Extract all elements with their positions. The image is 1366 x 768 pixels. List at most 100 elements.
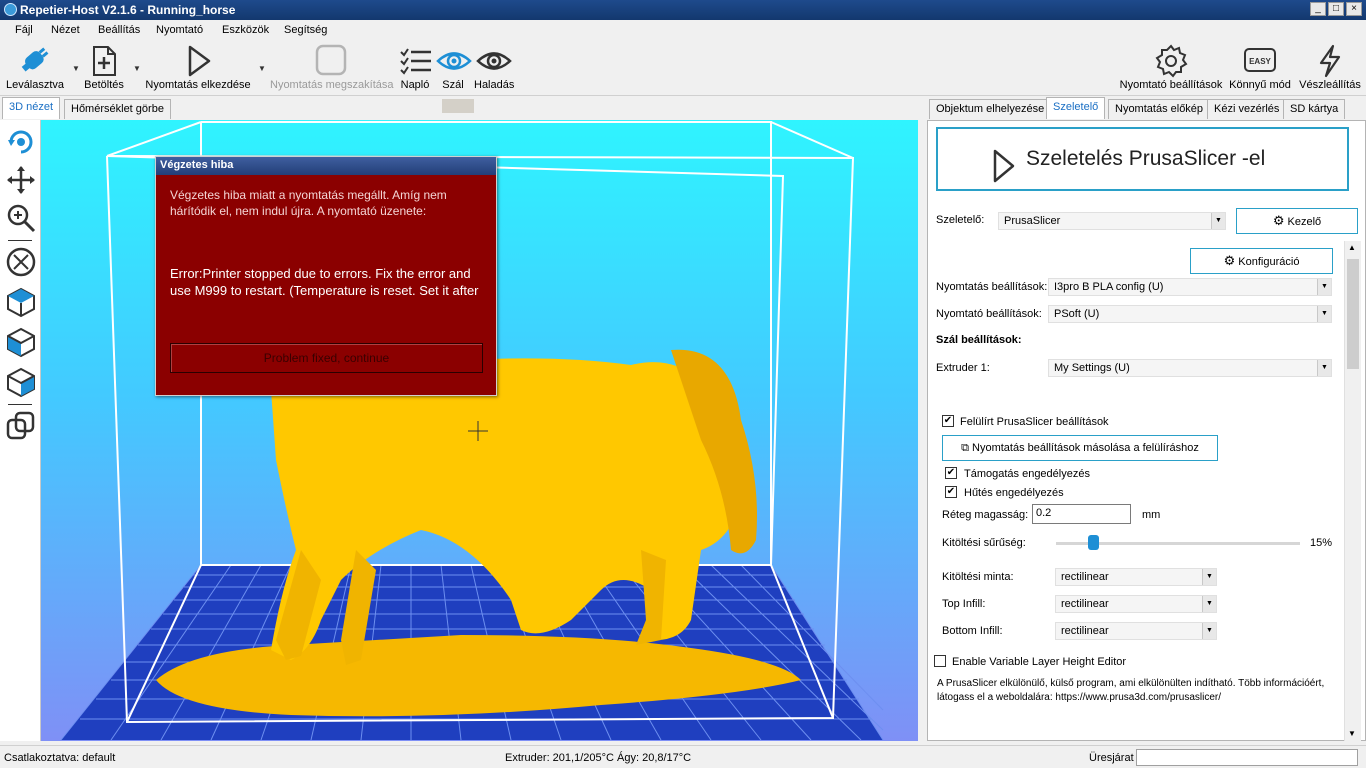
extruder1-select[interactable]: My Settings (U) ▼ (1048, 359, 1332, 377)
slice-button-label: Szeletelés PrusaSlicer -el (1026, 147, 1266, 170)
menu-view[interactable]: Nézet (51, 24, 80, 36)
problem-fixed-button[interactable]: Problem fixed, continue (170, 343, 483, 373)
emergency-stop-button[interactable]: Vészleállítás (1298, 44, 1362, 91)
configuration-button-label: Konfiguráció (1238, 256, 1300, 268)
scroll-down-icon[interactable]: ▼ (1348, 729, 1356, 738)
disconnect-button[interactable]: Leválasztva (3, 44, 67, 91)
iso-view-icon[interactable] (5, 286, 37, 318)
tab-print-preview[interactable]: Nyomtatás előkép (1108, 99, 1211, 119)
easy-mode-button[interactable]: EASY Könnyű mód (1228, 44, 1292, 91)
idle-status: Üresjárat (1089, 752, 1134, 764)
chevron-down-icon: ▼ (1211, 213, 1225, 229)
progress-label: Haladás (474, 79, 515, 91)
dialog-title: Végzetes hiba (156, 157, 496, 175)
tab-object-placement[interactable]: Objektum elhelyezése (929, 99, 1052, 119)
tab-temperature-curve[interactable]: Hőmérséklet görbe (64, 99, 171, 119)
tab-slicer[interactable]: Szeletelő (1046, 97, 1106, 119)
front-view-icon[interactable] (5, 326, 37, 358)
tab-3d-view[interactable]: 3D nézet (2, 97, 61, 119)
gear-icon: ⚙ (1272, 213, 1285, 228)
print-settings-select[interactable]: I3pro B PLA config (U) ▼ (1048, 278, 1332, 296)
disconnect-dropdown-icon[interactable]: ▼ (72, 64, 80, 73)
extruder1-value: My Settings (U) (1054, 362, 1130, 374)
printer-settings-value: PSoft (U) (1054, 308, 1100, 320)
menu-settings[interactable]: Beállítás (98, 24, 140, 36)
manager-button[interactable]: ⚙ Kezelő (1236, 208, 1358, 234)
move-icon[interactable] (5, 164, 37, 196)
variable-layer-checkbox[interactable] (934, 655, 946, 667)
zoom-icon[interactable] (5, 202, 37, 234)
filament-settings-heading: Szál beállítások: (936, 334, 1022, 346)
menu-file[interactable]: Fájl (15, 24, 33, 36)
easy-mode-label: Könnyű mód (1229, 79, 1291, 91)
bottom-infill-value: rectilinear (1061, 625, 1109, 637)
sidebar-divider (8, 240, 32, 241)
chevron-down-icon: ▼ (1202, 569, 1216, 585)
app-icon (4, 3, 17, 16)
infill-density-value: 15% (1310, 537, 1333, 549)
slice-button[interactable]: Szeletelés PrusaSlicer -el (936, 127, 1349, 191)
override-checkbox[interactable]: ✔ (942, 415, 954, 427)
filament-button[interactable]: Szál (436, 44, 472, 91)
tab-manual-control[interactable]: Kézi vezérlés (1207, 99, 1287, 119)
filament-label: Szál (442, 79, 464, 91)
side-view-icon[interactable] (5, 366, 37, 398)
copy-objects-icon[interactable] (5, 410, 37, 442)
slicer-panel: Szeletelés PrusaSlicer -el Szeletelő: Pr… (927, 120, 1366, 741)
layer-height-unit: mm (1142, 509, 1161, 521)
status-bar: Csatlakoztatva: default Extruder: 201,1/… (0, 745, 1366, 768)
disconnect-label: Leválasztva (5, 79, 65, 91)
stop-print-button[interactable]: Nyomtatás megszakítása (270, 44, 394, 91)
layer-height-input[interactable]: 0.2 (1032, 504, 1131, 524)
easy-badge-text: EASY (1249, 57, 1271, 66)
support-label: Támogatás engedélyezés (964, 468, 1090, 480)
cooling-checkbox[interactable]: ✔ (945, 486, 957, 498)
right-panel-scrollbar[interactable]: ▲ ▼ (1344, 241, 1361, 741)
bottom-infill-select[interactable]: rectilinear ▼ (1055, 622, 1217, 640)
slicer-label: Szeletelő: (936, 214, 985, 226)
printer-settings-button[interactable]: Nyomtató beállítások (1118, 44, 1224, 91)
copy-print-settings-button[interactable]: ⧉ Nyomtatás beállítások másolása a felül… (942, 435, 1218, 461)
slicer-select[interactable]: PrusaSlicer ▼ (998, 212, 1226, 230)
menu-tools[interactable]: Eszközök (222, 24, 269, 36)
override-label: Felülírt PrusaSlicer beállítások (960, 416, 1109, 428)
rotate-icon[interactable] (5, 126, 37, 158)
menu-help[interactable]: Segítség (284, 24, 327, 36)
scroll-up-icon[interactable]: ▲ (1348, 243, 1356, 252)
emergency-stop-label: Vészleállítás (1299, 79, 1361, 91)
close-button[interactable]: × (1346, 2, 1362, 16)
load-label: Betöltés (84, 79, 124, 91)
sidebar-divider (8, 404, 32, 405)
printer-settings-select[interactable]: PSoft (U) ▼ (1048, 305, 1332, 323)
infill-pattern-select[interactable]: rectilinear ▼ (1055, 568, 1217, 586)
gear-icon (1155, 44, 1188, 78)
cooling-label: Hűtés engedélyezés (964, 487, 1064, 499)
progress-button[interactable]: Haladás (474, 44, 514, 91)
tab-sd-card[interactable]: SD kártya (1283, 99, 1346, 119)
printer-settings-label: Nyomtató beállítások (1119, 79, 1223, 91)
view-tools-sidebar (0, 120, 41, 741)
menu-printer[interactable]: Nyomtató (156, 24, 203, 36)
configuration-button[interactable]: ⚙ Konfiguráció (1190, 248, 1333, 274)
splitter-grip[interactable] (442, 99, 474, 113)
temperature-status: Extruder: 201,1/205°C Ágy: 20,8/17°C (505, 752, 692, 764)
slicer-select-value: PrusaSlicer (1004, 215, 1061, 227)
fit-view-icon[interactable] (5, 246, 37, 278)
chevron-down-icon: ▼ (1317, 306, 1331, 322)
eye-icon-active (436, 52, 472, 70)
scrollbar-thumb[interactable] (1347, 259, 1359, 369)
play-icon (993, 149, 1015, 183)
maximize-button[interactable]: □ (1328, 2, 1344, 16)
usb-plug-icon (21, 47, 49, 72)
support-checkbox[interactable]: ✔ (945, 467, 957, 479)
stop-print-label: Nyomtatás megszakítása (270, 79, 394, 91)
log-button[interactable]: Napló (398, 44, 432, 91)
minimize-button[interactable]: _ (1310, 2, 1326, 16)
start-print-dropdown-icon[interactable]: ▼ (258, 64, 266, 73)
infill-density-slider-thumb[interactable] (1087, 535, 1099, 550)
start-print-button[interactable]: Nyomtatás elkezdése (145, 44, 251, 91)
connection-status: Csatlakoztatva: default (4, 752, 116, 764)
load-button[interactable]: Betöltés (82, 44, 126, 91)
top-infill-select[interactable]: rectilinear ▼ (1055, 595, 1217, 613)
load-dropdown-icon[interactable]: ▼ (133, 64, 141, 73)
